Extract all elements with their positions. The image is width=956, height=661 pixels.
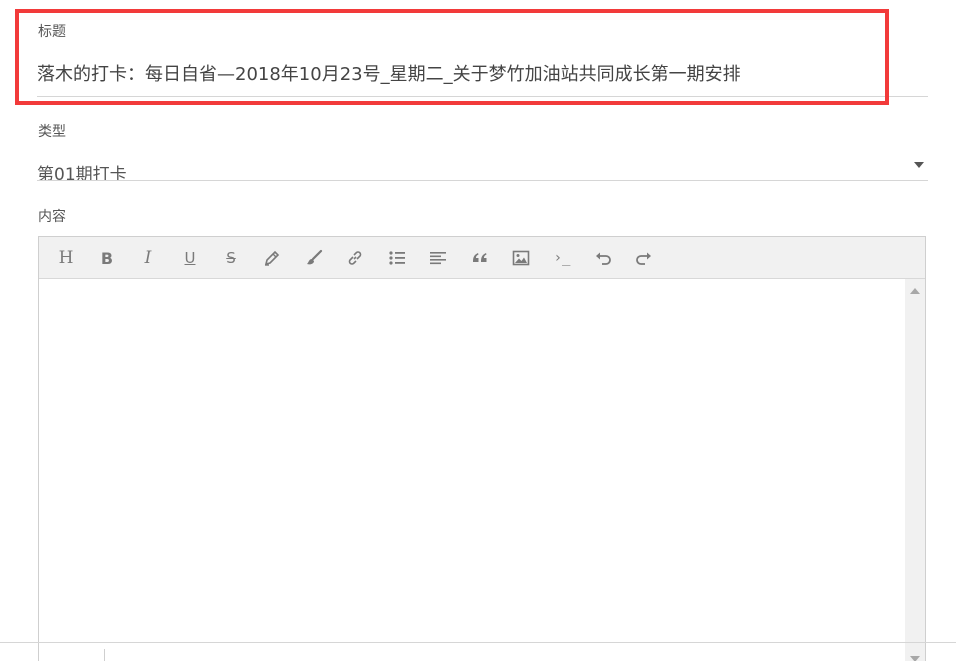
content-label: 内容 [38,209,66,225]
italic-icon: I [144,248,152,268]
pen-icon [264,250,280,266]
link-icon [348,251,362,265]
italic-button[interactable]: I [135,246,161,270]
bold-icon: B [100,248,114,268]
title-underline [37,96,928,97]
heading-button[interactable]: H [53,246,79,270]
quote-icon [473,253,487,262]
brush-icon [307,249,323,265]
editor-scrollbar[interactable] [905,279,925,661]
underline-icon: U [184,249,196,267]
image-icon [512,250,530,266]
highlight-annotation-box [15,9,889,105]
bold-button[interactable]: B [94,246,120,270]
undo-icon [596,252,611,265]
scroll-down-arrow-icon[interactable] [910,656,920,661]
align-left-icon [430,252,446,265]
redo-button[interactable] [631,246,657,270]
brush-button[interactable] [301,246,327,270]
rich-text-editor: H B I U S ›_ [38,236,926,661]
bullet-list-icon [389,251,405,265]
link-button[interactable] [342,246,368,270]
redo-icon [636,252,651,265]
scroll-up-arrow-icon[interactable] [910,288,920,294]
highlight-pen-button[interactable] [259,246,285,270]
editor-text-area[interactable] [39,279,905,661]
post-edit-form: 标题 落木的打卡：每日自省—2018年10月23号_星期二_关于梦竹加油站共同成… [0,0,956,661]
image-button[interactable] [508,246,534,270]
type-label: 类型 [38,124,66,140]
strikethrough-icon: S [226,249,236,267]
strikethrough-button[interactable]: S [218,246,244,270]
title-label: 标题 [38,24,66,40]
code-icon: ›_ [553,250,571,266]
caret-down-icon [914,162,924,168]
quote-button[interactable] [467,246,493,270]
bottom-divider [0,642,956,643]
underline-button[interactable]: U [177,246,203,270]
align-left-button[interactable] [425,246,451,270]
title-input[interactable]: 落木的打卡：每日自省—2018年10月23号_星期二_关于梦竹加油站共同成长第一… [37,60,917,90]
type-selected-value: 第01期打卡 [37,165,127,181]
bottom-tick-divider [104,649,105,661]
heading-icon: H [58,248,74,268]
bullet-list-button[interactable] [384,246,410,270]
editor-toolbar: H B I U S ›_ [39,237,925,279]
type-select[interactable]: 第01期打卡 [37,152,928,181]
code-button[interactable]: ›_ [549,246,575,270]
undo-button[interactable] [590,246,616,270]
